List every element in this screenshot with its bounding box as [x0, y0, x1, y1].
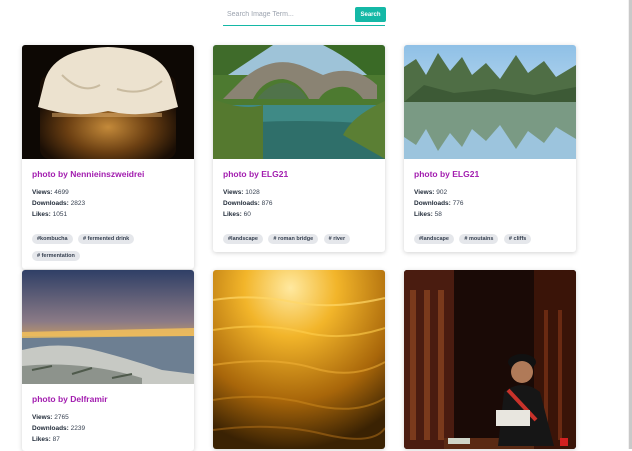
tag[interactable]: # moutains [459, 234, 499, 244]
views-stat: Views: 1028 [223, 189, 260, 196]
card-body: photo by ELG21 Views: 1028 Downloads: 87… [213, 159, 385, 252]
card-image[interactable] [404, 270, 576, 449]
tag[interactable]: #landscape [223, 234, 263, 244]
image-card: photo by ELG21 Views: 902 Downloads: 776… [404, 45, 576, 252]
photographer-name: photo by ELG21 [414, 169, 480, 179]
likes-stat: Likes: 1051 [32, 211, 68, 218]
image-card [404, 270, 576, 449]
tag-list: #kombucha # fermented drink # fermentati… [32, 229, 184, 263]
card-image[interactable] [22, 270, 194, 384]
downloads-stat: Downloads: 776 [414, 200, 464, 207]
tag-list: #landscape # roman bridge # river [223, 229, 375, 246]
image-card: photo by Nennieinszweidrei Views: 4699 D… [22, 45, 194, 269]
tag[interactable]: #landscape [414, 234, 454, 244]
tag-list: #landscape # moutains # cliffs [414, 229, 566, 246]
views-stat: Views: 902 [414, 189, 448, 196]
tag[interactable]: #kombucha [32, 234, 73, 244]
photographer-name: photo by Nennieinszweidrei [32, 169, 145, 179]
search-input[interactable] [223, 6, 357, 22]
likes-stat: Likes: 60 [223, 211, 251, 218]
photographer-name: photo by Delframir [32, 394, 108, 404]
card-image[interactable] [213, 270, 385, 449]
tag[interactable]: # roman bridge [268, 234, 319, 244]
card-image[interactable] [22, 45, 194, 159]
card-body: photo by ELG21 Views: 902 Downloads: 776… [404, 159, 576, 252]
downloads-stat: Downloads: 876 [223, 200, 273, 207]
image-card: photo by ELG21 Views: 1028 Downloads: 87… [213, 45, 385, 252]
card-body: photo by Nennieinszweidrei Views: 4699 D… [22, 159, 194, 269]
image-card [213, 270, 385, 449]
scrollbar[interactable] [628, 0, 632, 449]
likes-stat: Likes: 87 [32, 436, 60, 443]
search-button[interactable]: Search [355, 7, 386, 22]
card-body: photo by Delframir Views: 2765 Downloads… [22, 384, 194, 451]
views-stat: Views: 4699 [32, 189, 69, 196]
tag[interactable]: # river [323, 234, 351, 244]
downloads-stat: Downloads: 2239 [32, 425, 86, 432]
views-stat: Views: 2765 [32, 414, 69, 421]
tag[interactable]: # fermented drink [78, 234, 135, 244]
image-card: photo by Delframir Views: 2765 Downloads… [22, 270, 194, 451]
photographer-name: photo by ELG21 [223, 169, 289, 179]
tag[interactable]: # cliffs [503, 234, 532, 244]
tag[interactable]: # fermentation [32, 251, 80, 261]
search-form: Search [223, 6, 386, 26]
downloads-stat: Downloads: 2823 [32, 200, 86, 207]
likes-stat: Likes: 58 [414, 211, 442, 218]
card-image[interactable] [404, 45, 576, 159]
card-image[interactable] [213, 45, 385, 159]
